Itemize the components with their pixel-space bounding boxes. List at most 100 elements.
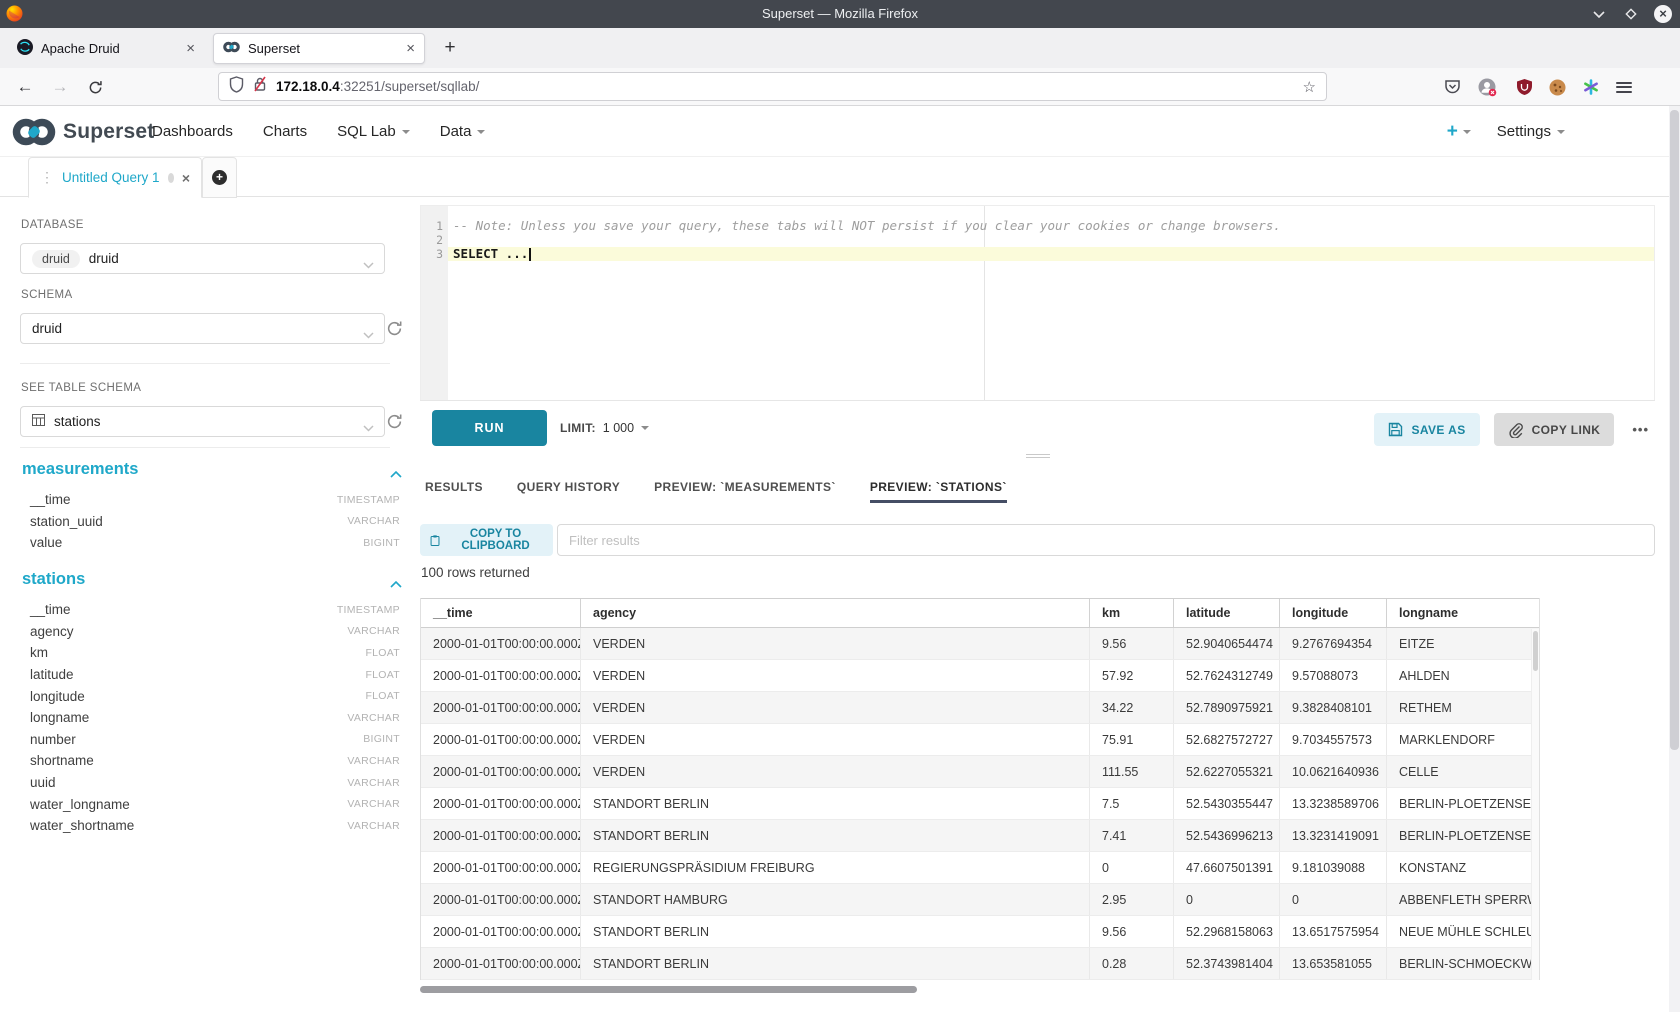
settings-menu[interactable]: Settings — [1497, 123, 1565, 140]
window-title: Superset — Mozilla Firefox — [0, 0, 1680, 28]
browser-toolbar: ← → 172.18.0.4:32251/superset/sqllab/ ☆ — [0, 68, 1680, 106]
new-query-tab-button[interactable]: + — [202, 157, 237, 198]
query-tab-untitled[interactable]: ⋮ Untitled Query 1 × — [28, 157, 202, 198]
column-header[interactable]: __time — [421, 599, 581, 627]
schema-value: druid — [32, 321, 62, 336]
page-scrollbar[interactable] — [1669, 106, 1680, 1012]
extension-asterisk-icon[interactable] — [1581, 77, 1601, 97]
refresh-tables-icon[interactable] — [386, 413, 403, 430]
query-tab-close-icon[interactable]: × — [182, 170, 190, 186]
table-row[interactable]: 2000-01-01T00:00:00.000ZSTANDORT BERLIN7… — [421, 788, 1539, 820]
table-vertical-scrollbar[interactable] — [1531, 629, 1539, 980]
chevron-down-icon — [402, 130, 410, 134]
more-actions-button[interactable]: ••• — [1628, 422, 1653, 437]
copy-link-button[interactable]: COPY LINK — [1494, 413, 1615, 446]
browser-tab-superset[interactable]: Superset × — [213, 33, 425, 64]
tab-close-icon[interactable]: × — [186, 41, 195, 56]
cookie-icon[interactable] — [1547, 77, 1567, 97]
copy-to-clipboard-button[interactable]: COPY TO CLIPBOARD — [420, 524, 553, 556]
table-value: stations — [54, 414, 101, 429]
column-header[interactable]: longname — [1387, 599, 1539, 627]
browser-tab-apache-druid[interactable]: Apache Druid × — [8, 33, 204, 64]
tab-query-history[interactable]: QUERY HISTORY — [517, 480, 620, 503]
tab-results[interactable]: RESULTS — [425, 480, 483, 503]
table-row[interactable]: 2000-01-01T00:00:00.000ZSTANDORT BERLIN7… — [421, 820, 1539, 852]
window-controls: × — [1590, 0, 1672, 28]
add-new-button[interactable]: + — [1447, 121, 1471, 143]
scrollbar-thumb[interactable] — [1670, 110, 1679, 750]
limit-control[interactable]: LIMIT: 1 000 — [560, 410, 649, 446]
save-icon — [1388, 422, 1403, 437]
column-header[interactable]: agency — [581, 599, 1090, 627]
table-row[interactable]: 2000-01-01T00:00:00.000ZSTANDORT BERLIN9… — [421, 916, 1539, 948]
url-text[interactable]: 172.18.0.4:32251/superset/sqllab/ — [276, 79, 1294, 94]
schema-column: longnameVARCHAR — [0, 707, 410, 729]
pane-resize-handle[interactable] — [1026, 452, 1050, 458]
run-button[interactable]: RUN — [432, 410, 547, 446]
drag-handle-icon[interactable]: ⋮ — [40, 169, 54, 186]
divider — [20, 363, 390, 364]
window-maximize-button[interactable] — [1622, 5, 1640, 23]
bookmark-star-icon[interactable]: ☆ — [1303, 78, 1316, 96]
table-row[interactable]: 2000-01-01T00:00:00.000ZVERDEN111.5552.6… — [421, 756, 1539, 788]
browser-tabstrip: Apache Druid × Superset × + — [0, 28, 1680, 68]
column-header[interactable]: km — [1090, 599, 1174, 627]
new-tab-button[interactable]: + — [437, 35, 463, 61]
column-header[interactable]: latitude — [1174, 599, 1280, 627]
ublock-shield-icon[interactable] — [1514, 77, 1534, 97]
back-button[interactable]: ← — [14, 76, 36, 98]
schema-column: water_shortnameVARCHAR — [0, 815, 410, 837]
table-row[interactable]: 2000-01-01T00:00:00.000ZVERDEN75.9152.68… — [421, 724, 1539, 756]
shield-icon[interactable] — [229, 76, 244, 98]
table-name-measurements[interactable]: measurements — [22, 460, 138, 479]
schema-column: numberBIGINT — [0, 729, 410, 751]
database-select[interactable]: druid druid — [20, 243, 385, 274]
table-horizontal-scrollbar[interactable] — [420, 986, 1540, 994]
query-state-dot — [168, 173, 174, 183]
tab-title: Superset — [248, 41, 398, 56]
table-row[interactable]: 2000-01-01T00:00:00.000ZREGIERUNGSPRÄSID… — [421, 852, 1539, 884]
tab-close-icon[interactable]: × — [406, 41, 415, 56]
table-row[interactable]: 2000-01-01T00:00:00.000ZSTANDORT HAMBURG… — [421, 884, 1539, 916]
schema-column: kmFLOAT — [0, 642, 410, 664]
table-row[interactable]: 2000-01-01T00:00:00.000ZVERDEN34.2252.78… — [421, 692, 1539, 724]
table-name-stations[interactable]: stations — [22, 570, 85, 589]
menu-button[interactable] — [1614, 77, 1634, 97]
refresh-schema-icon[interactable] — [386, 320, 403, 337]
table-row[interactable]: 2000-01-01T00:00:00.000ZVERDEN57.9252.76… — [421, 660, 1539, 692]
tab-preview-stations[interactable]: PREVIEW: `STATIONS` — [870, 480, 1007, 503]
collapse-chevron-icon[interactable] — [390, 465, 402, 483]
window-close-button[interactable]: × — [1654, 5, 1672, 23]
chevron-down-icon — [641, 426, 649, 430]
superset-logo[interactable]: Superset — [12, 106, 154, 157]
editor-active-line: SELECT ... — [448, 247, 1654, 261]
tab-preview-measurements[interactable]: PREVIEW: `MEASUREMENTS` — [654, 480, 836, 503]
scrollbar-thumb[interactable] — [420, 986, 917, 993]
table-row[interactable]: 2000-01-01T00:00:00.000ZVERDEN9.5652.904… — [421, 628, 1539, 660]
column-header[interactable]: longitude — [1280, 599, 1387, 627]
nav-data[interactable]: Data — [440, 123, 486, 140]
collapse-chevron-icon[interactable] — [390, 575, 402, 593]
window-titlebar: Superset — Mozilla Firefox × — [0, 0, 1680, 28]
window-minimize-button[interactable] — [1590, 5, 1608, 23]
table-row[interactable]: 2000-01-01T00:00:00.000ZSTANDORT BERLIN0… — [421, 948, 1539, 980]
schema-select[interactable]: druid — [20, 313, 385, 344]
filter-results-input[interactable] — [557, 524, 1655, 556]
schema-column: station_uuidVARCHAR — [0, 511, 410, 533]
schema-column: __timeTIMESTAMP — [0, 489, 410, 511]
forward-button[interactable]: → — [49, 76, 71, 98]
url-bar[interactable]: 172.18.0.4:32251/superset/sqllab/ ☆ — [218, 72, 1327, 101]
insecure-lock-icon[interactable] — [253, 76, 267, 97]
nav-charts[interactable]: Charts — [263, 123, 307, 140]
sqllab-left-panel: DATABASE druid druid SCHEMA druid SEE TA… — [0, 198, 410, 1012]
nav-dashboards[interactable]: Dashboards — [152, 123, 233, 140]
account-icon[interactable] — [1477, 77, 1497, 97]
pocket-icon[interactable] — [1442, 77, 1462, 97]
save-as-button[interactable]: SAVE AS — [1374, 413, 1479, 446]
sql-editor[interactable]: 1 2 3 -- Note: Unless you save your quer… — [420, 205, 1655, 400]
table-select[interactable]: stations — [20, 406, 385, 437]
reload-button[interactable] — [84, 76, 106, 98]
schema-block-stations: stations __timeTIMESTAMP agencyVARCHAR k… — [0, 566, 410, 837]
nav-sql-lab[interactable]: SQL Lab — [337, 123, 410, 140]
superset-infinity-icon — [12, 117, 56, 147]
